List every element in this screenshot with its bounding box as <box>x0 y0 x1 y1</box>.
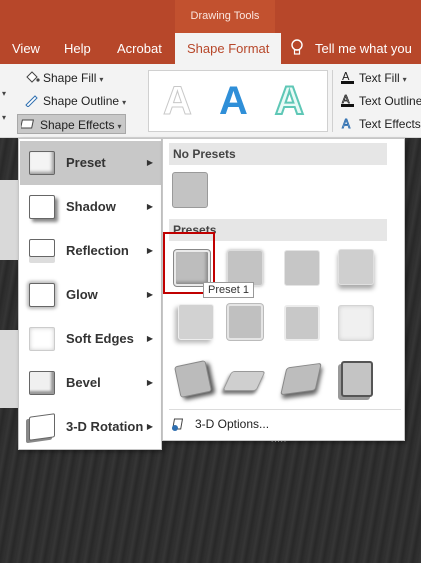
submenu-arrow-icon: ▶ <box>146 290 153 299</box>
preset-4-swatch[interactable] <box>338 249 374 285</box>
text-fill-button[interactable]: A Text Fill ▾ <box>340 68 407 88</box>
text-outline-label: Text Outline <box>359 94 421 108</box>
chevron-down-icon: ▾ <box>122 98 127 107</box>
resize-grip[interactable]: ..... <box>271 435 287 444</box>
ribbon-separator <box>332 70 333 132</box>
shape-effects-label: Shape Effects <box>40 118 115 132</box>
menu-divider <box>169 409 401 410</box>
slide-shape-fragment <box>0 330 20 408</box>
text-fill-label: Text Fill <box>359 71 400 85</box>
preset-6-swatch[interactable] <box>227 304 263 340</box>
title-bar: Drawing Tools <box>0 0 421 33</box>
submenu-arrow-icon: ▶ <box>146 378 153 387</box>
bevel-thumb-icon <box>29 371 55 395</box>
ribbon-scroll-stub: ▾ ▾ <box>2 89 6 122</box>
no-presets-header: No Presets <box>169 143 387 165</box>
text-outline-icon: A <box>341 93 354 107</box>
shape-effects-icon <box>21 119 34 129</box>
shadow-thumb-icon <box>29 195 55 219</box>
svg-text:▾: ▾ <box>2 89 6 98</box>
tab-view[interactable]: View <box>12 33 40 64</box>
shape-outline-label: Shape Outline <box>43 94 120 108</box>
submenu-arrow-icon: ▶ <box>146 334 153 343</box>
preset-7-swatch[interactable] <box>284 305 320 341</box>
tab-acrobat[interactable]: Acrobat <box>117 33 162 64</box>
glow-thumb-icon <box>29 283 55 307</box>
drawing-tools-label: Drawing Tools <box>175 0 275 33</box>
preset-11-swatch[interactable] <box>280 362 322 396</box>
wordart-style-white[interactable]: A <box>163 77 193 125</box>
menu-item-soft-edges[interactable]: Soft Edges ▶ <box>20 317 161 361</box>
menu-item-glow[interactable]: Glow ▶ <box>20 273 161 317</box>
preset-10-swatch[interactable] <box>222 371 266 391</box>
preset-9-swatch[interactable] <box>174 360 212 398</box>
menu-item-bevel[interactable]: Bevel ▶ <box>20 361 161 405</box>
preset-8-swatch[interactable] <box>338 305 374 341</box>
submenu-arrow-icon: ▶ <box>146 158 153 167</box>
preset-tooltip: Preset 1 <box>203 282 254 298</box>
menu-item-label: Bevel <box>66 375 101 390</box>
3d-options-label: 3-D Options... <box>195 417 270 431</box>
shape-fill-button[interactable]: Shape Fill ▾ <box>24 68 103 88</box>
3d-options-menu-item[interactable]: 3-D Options... <box>169 413 399 435</box>
slide-shape-fragment <box>0 180 20 260</box>
menu-item-3d-rotation[interactable]: 3-D Rotation ▶ <box>20 405 161 449</box>
menu-item-reflection[interactable]: Reflection ▶ <box>20 229 161 273</box>
submenu-arrow-icon: ▶ <box>146 246 153 255</box>
preset-5-swatch[interactable] <box>178 304 214 340</box>
soft-edges-thumb-icon <box>29 327 55 351</box>
shape-outline-button[interactable]: Shape Outline ▾ <box>24 91 126 111</box>
text-effects-icon: A <box>342 117 352 130</box>
shape-effects-menu: Preset ▶ Shadow ▶ Reflection ▶ Glow ▶ So… <box>18 138 162 450</box>
text-effects-label: Text Effects <box>359 117 421 131</box>
wordart-style-blue[interactable]: A <box>219 77 248 125</box>
svg-text:A: A <box>342 117 351 130</box>
chevron-down-icon: ▾ <box>99 75 104 84</box>
text-fill-icon: A <box>341 70 354 84</box>
menu-item-label: Soft Edges <box>66 331 134 346</box>
menu-item-label: Glow <box>66 287 98 302</box>
menu-item-label: Shadow <box>66 199 116 214</box>
preset-2-swatch[interactable] <box>227 250 263 286</box>
ribbon: ▾ ▾ Shape Fill ▾ Shape Outline ▾ Shape Eff… <box>0 64 421 138</box>
preset-12-swatch[interactable] <box>341 361 373 397</box>
chevron-down-icon: ▾ <box>402 75 407 84</box>
submenu-arrow-icon: ▶ <box>146 422 153 431</box>
3d-options-icon <box>172 418 184 431</box>
3d-rotation-thumb-icon <box>29 413 55 441</box>
chevron-down-icon: ▾ <box>117 122 122 131</box>
wordart-style-teal[interactable]: A <box>274 77 305 125</box>
tab-shape-format[interactable]: Shape Format <box>175 33 282 64</box>
menu-item-preset[interactable]: Preset ▶ <box>20 141 161 185</box>
no-preset-swatch[interactable] <box>172 172 208 208</box>
submenu-arrow-icon: ▶ <box>146 202 153 211</box>
preset-3-swatch[interactable] <box>284 250 320 286</box>
preset-thumb-icon <box>29 151 55 175</box>
tab-help[interactable]: Help <box>64 33 91 64</box>
reflection-thumb-icon <box>29 239 55 257</box>
ribbon-tab-row: View Help Acrobat Shape Format Tell me w… <box>0 33 421 87</box>
menu-item-label: 3-D Rotation <box>66 419 144 434</box>
wordart-styles-gallery: A A A <box>148 70 328 132</box>
tell-me-search[interactable]: Tell me what you wa <box>315 33 421 87</box>
text-effects-button[interactable]: A Text Effects <box>340 114 421 134</box>
shape-outline-icon <box>25 95 38 107</box>
lightbulb-icon <box>291 39 303 55</box>
preset-gallery-flyout: No Presets Presets Preset 1 3-D Options.… <box>162 138 405 444</box>
menu-item-shadow[interactable]: Shadow ▶ <box>20 185 161 229</box>
svg-text:▾: ▾ <box>2 113 6 122</box>
shape-fill-icon <box>26 71 40 83</box>
text-outline-button[interactable]: A Text Outline <box>340 91 421 111</box>
menu-item-label: Reflection <box>66 243 129 258</box>
shape-effects-button[interactable]: Shape Effects ▾ <box>17 114 126 134</box>
menu-item-label: Preset <box>66 155 106 170</box>
shape-fill-label: Shape Fill <box>43 71 97 85</box>
